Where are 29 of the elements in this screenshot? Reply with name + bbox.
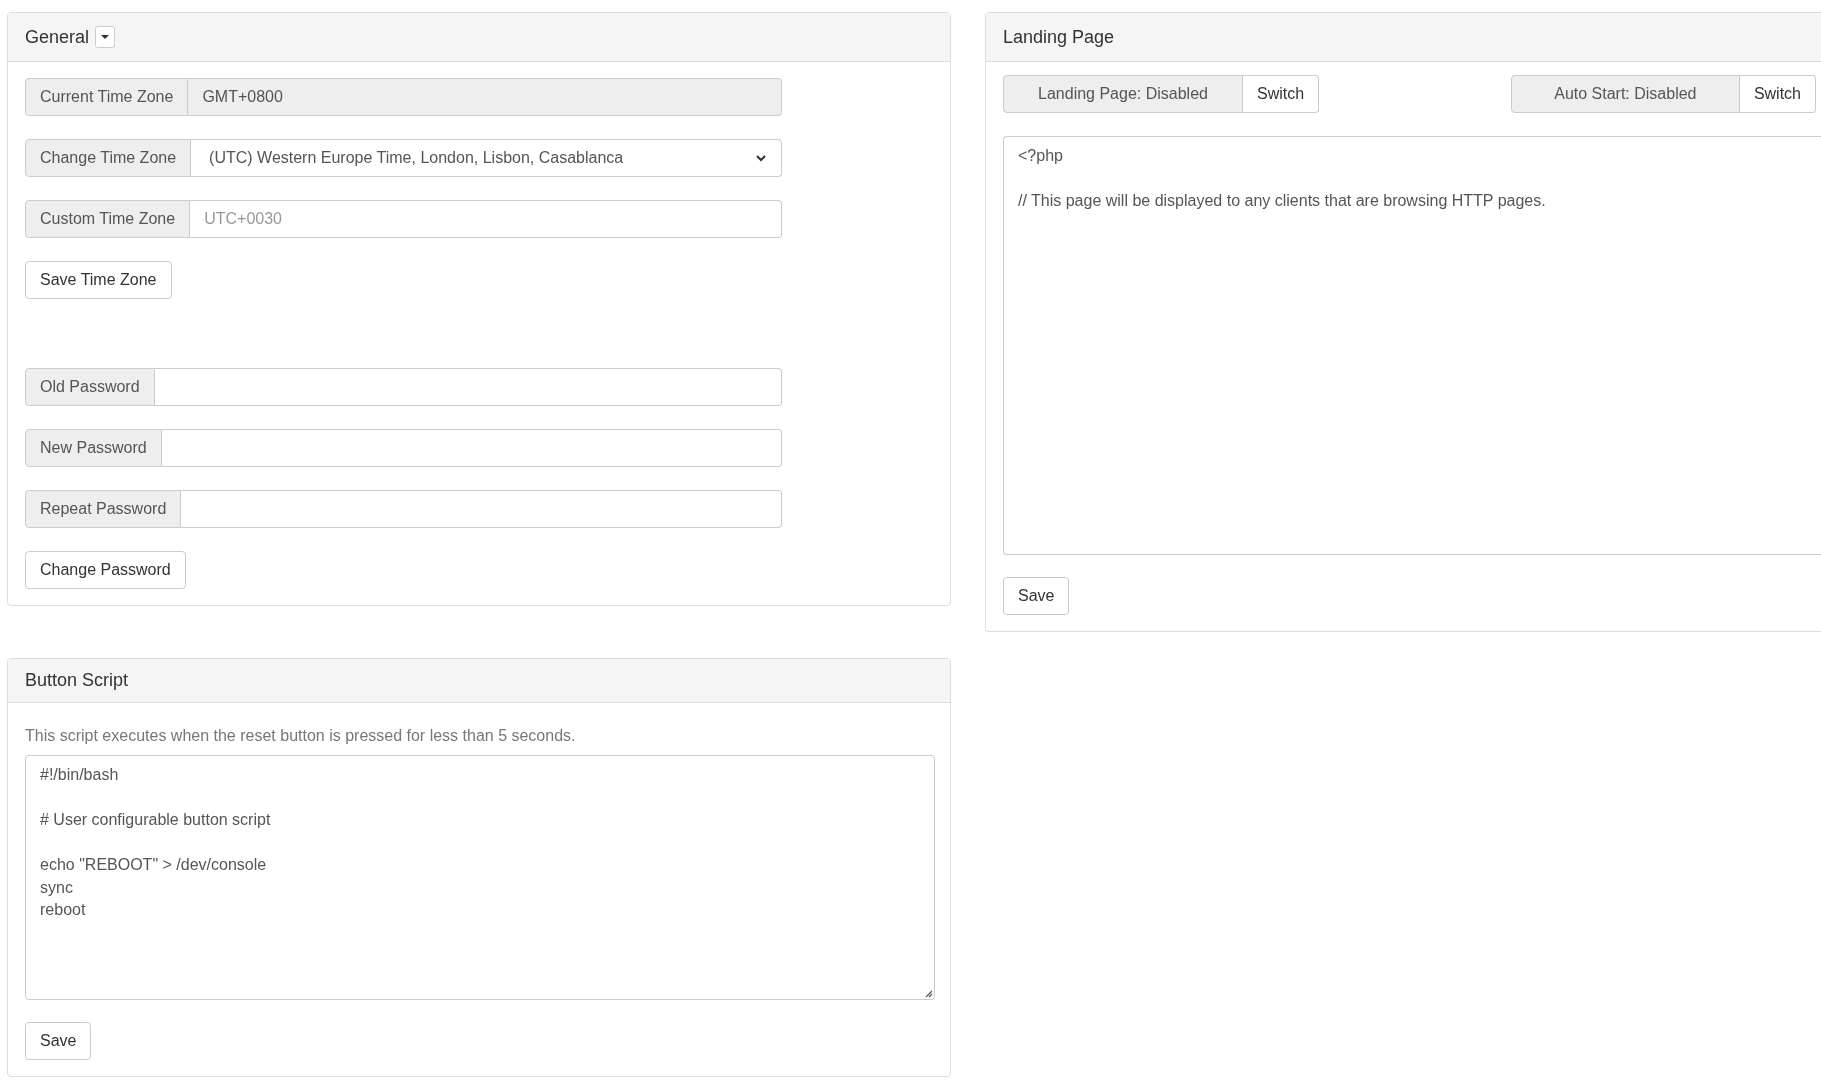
field-label: New Password (25, 429, 162, 467)
submit-button[interactable]: Save Time Zone (25, 261, 172, 299)
field-label: Current Time Zone (25, 78, 189, 116)
code-editor[interactable]: <?php // This page will be displayed to any clients that are browsing HTTP pages. (1003, 136, 1821, 555)
field-label: Old Password (25, 368, 155, 406)
save-button[interactable]: Save (25, 1022, 92, 1060)
switch-button[interactable]: Switch (1739, 75, 1816, 113)
caret-icon (101, 35, 110, 39)
script-editor[interactable]: #!/bin/bash # User configurable button script echo "REBOOT" > /dev/console sync reboot (25, 755, 935, 1000)
field-label: Change Time Zone (25, 139, 192, 177)
panel-title: Landing Page (1003, 26, 1115, 48)
resize-handle-icon (924, 989, 933, 998)
status-label: Auto Start: Disabled (1510, 75, 1740, 113)
chevron-down-icon (755, 154, 767, 162)
dropdown-toggle[interactable] (95, 26, 116, 48)
submit-button[interactable]: Change Password (25, 551, 186, 589)
save-button[interactable]: Save (1003, 577, 1070, 615)
password-field[interactable] (181, 490, 782, 528)
switch-button[interactable]: Switch (1243, 75, 1320, 113)
password-field[interactable] (154, 368, 782, 406)
timezone-dropdown[interactable]: (UTC) Western Europe Time, London, Lisbon, Casablanca (191, 139, 782, 177)
field-label: Custom Time Zone (25, 200, 191, 238)
status-label: Landing Page: Disabled (1003, 75, 1243, 113)
field-label: Repeat Password (25, 490, 182, 528)
panel-title: Button Script (25, 670, 129, 691)
description-text: This script executes when the reset button is pressed for less than 5 seconds. (25, 727, 577, 745)
password-field[interactable] (161, 429, 782, 467)
panel-title: General (25, 26, 90, 48)
input-field[interactable]: GMT+0800 (188, 78, 782, 116)
